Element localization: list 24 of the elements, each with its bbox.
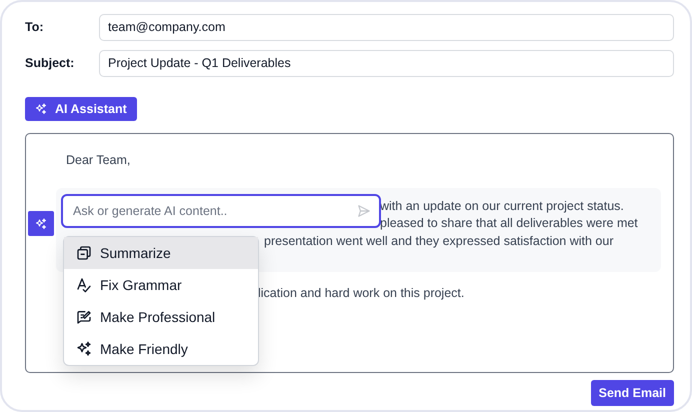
sparkle-icon	[35, 218, 47, 230]
ai-prompt-field[interactable]: Ask or generate AI content..	[71, 200, 357, 222]
menu-item[interactable]: Fix Grammar	[64, 269, 258, 301]
paragraph-text: presentation went well and they expressed satisfaction with our	[264, 232, 614, 250]
field-label: Subject:	[25, 54, 76, 72]
paragraph-text: with an update on our current project status.	[380, 198, 625, 215]
grammar-icon	[76, 277, 92, 293]
menu-item[interactable]: Make Friendly	[64, 333, 258, 365]
sparkle-icon	[76, 341, 92, 357]
ai-prompt-box[interactable]: Ask or generate AI content..	[61, 194, 381, 228]
field-label: To:	[25, 18, 45, 36]
ai-assistant-button[interactable]: AI Assistant	[25, 97, 137, 121]
menu-item[interactable]: Summarize	[64, 237, 258, 269]
text-field[interactable]: Project Update - Q1 Deliverables	[99, 50, 674, 76]
text-field[interactable]: team@company.com	[99, 14, 674, 40]
edit-message-icon	[76, 309, 92, 325]
paragraph-text: lication and hard work on this project.	[258, 284, 466, 302]
send-email-button[interactable]: Send Email	[590, 380, 674, 406]
menu-item[interactable]: Make Professional	[64, 301, 258, 333]
copy-icon	[76, 245, 92, 261]
ai-sparkle-button[interactable]	[28, 211, 54, 236]
sparkle-icon	[35, 103, 47, 115]
paragraph-text: pleased to share that all deliverables were met	[380, 215, 639, 232]
greeting-text: Dear Team,	[66, 152, 132, 169]
